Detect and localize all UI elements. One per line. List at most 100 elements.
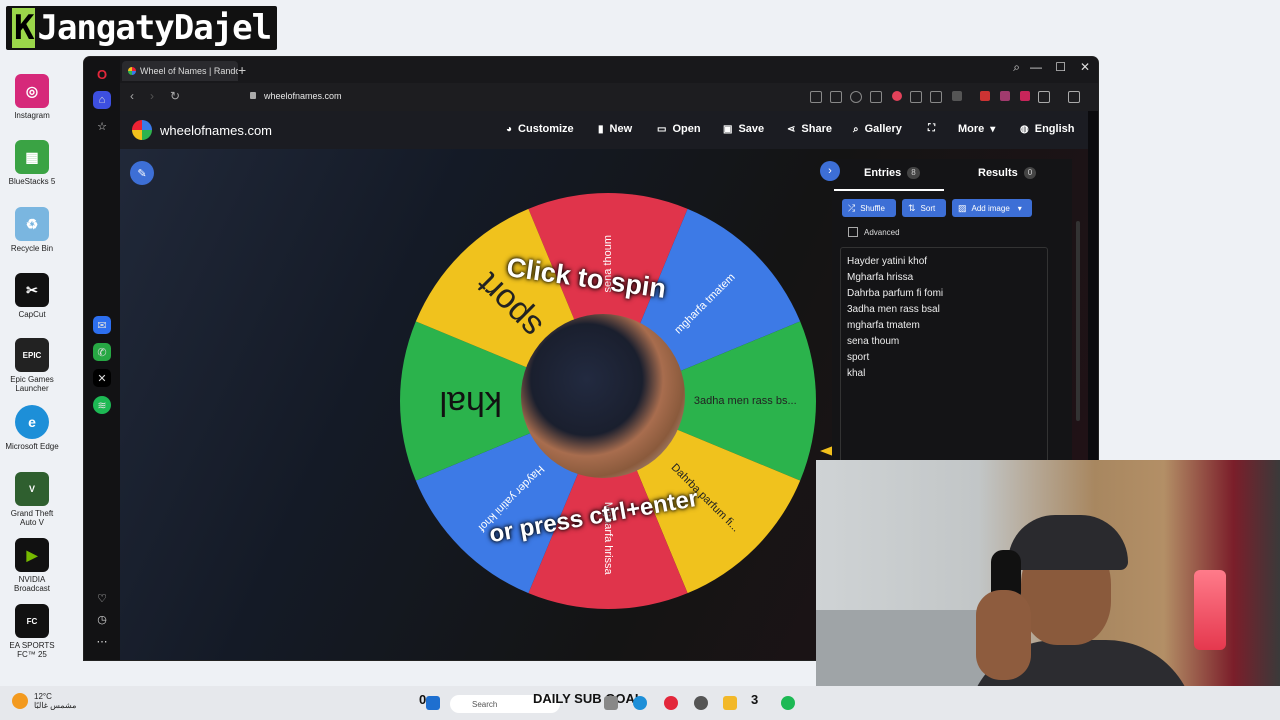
logo-letter: K [12, 8, 36, 48]
menu-more[interactable]: More ▾ [958, 123, 1001, 135]
messenger-icon[interactable]: ✉ [93, 316, 111, 334]
maximize-icon[interactable]: ☐ [1055, 60, 1066, 74]
edge-taskbar-icon[interactable] [633, 696, 647, 710]
windows-start-icon[interactable] [426, 696, 440, 710]
opera-logo-icon[interactable]: O [93, 65, 111, 83]
file-explorer-icon[interactable] [723, 696, 737, 710]
wheel[interactable]: sena thoum mgharfa tmatem 3adha men rass b… [398, 191, 818, 611]
spotify-icon[interactable]: ≋ [93, 396, 111, 414]
extension-icon[interactable] [1000, 91, 1010, 101]
scrollbar[interactable] [1076, 221, 1080, 421]
site-brand[interactable]: wheelofnames.com [132, 120, 272, 140]
nvidia-icon: ▶ [15, 538, 49, 572]
checkbox-icon [848, 227, 858, 237]
channel-logo-overlay: K JangatyDajel [6, 6, 278, 50]
fullscreen-icon: ⛶ [928, 123, 935, 134]
extensions-puzzle-icon[interactable] [1038, 91, 1050, 103]
shuffle-icon: ⤮ [848, 202, 856, 213]
desktop-icon-edge[interactable]: e Microsoft Edge [2, 405, 62, 451]
desktop-icon-label: CapCut [18, 310, 46, 319]
tab-results[interactable]: Results 0 [978, 167, 1037, 179]
menu-save[interactable]: ▣ Save [723, 123, 764, 135]
wheel-segment-label: khal [440, 384, 502, 422]
menu-share[interactable]: ⋖ Share [787, 123, 832, 135]
star-icon[interactable]: ☆ [93, 117, 111, 135]
desktop-icon-label: Grand Theft Auto V [10, 509, 54, 527]
more-icon[interactable]: ⋯ [93, 632, 111, 650]
extension-icon[interactable] [980, 91, 990, 101]
desktop-icon-instagram[interactable]: ◎ Instagram [2, 74, 62, 120]
home-icon[interactable]: ⌂ [93, 91, 111, 109]
sort-button[interactable]: ⇅ Sort [902, 199, 946, 217]
desktop: K JangatyDajel ◎ Instagram ▦ BlueStacks 5 ♻… [0, 0, 1280, 720]
desktop-icon-epic-games[interactable]: EPIC Epic Games Launcher [2, 338, 62, 393]
obs-taskbar-icon[interactable] [694, 696, 708, 710]
tab-wheel-of-names[interactable]: Wheel of Names | Random [122, 61, 238, 81]
extension-icon[interactable] [1020, 91, 1030, 101]
menu-language[interactable]: ◍ English [1020, 123, 1074, 135]
add-image-button[interactable]: ▨ Add image ▾ [952, 199, 1032, 217]
address-bar: ‹ › ↻ wheelofnames.com [120, 83, 1098, 111]
download-icon[interactable] [910, 91, 922, 103]
capcut-icon: ✂ [15, 273, 49, 307]
entries-count-badge: 8 [907, 167, 920, 179]
sub-counter-right: 3 [751, 692, 759, 707]
weather-widget[interactable]: 12°C مشمس غالبًا [12, 692, 76, 710]
spotify-taskbar-icon[interactable] [781, 696, 795, 710]
close-icon[interactable]: ✕ [1080, 60, 1090, 74]
desktop-icon-ea-fc[interactable]: FC EA SPORTS FC™ 25 [2, 604, 62, 659]
menu-new[interactable]: ▮ New [598, 123, 632, 135]
tab-title: Wheel of Names | Random [140, 66, 238, 76]
minimize-icon[interactable]: — [1030, 60, 1042, 74]
back-icon[interactable]: ‹ [130, 89, 134, 103]
x-icon[interactable]: ✕ [93, 369, 111, 387]
search-icon: ⌕ [853, 123, 859, 135]
gta-icon: V [15, 472, 49, 506]
vpn-icon[interactable] [850, 91, 862, 103]
heart-fill-icon[interactable] [892, 91, 902, 101]
desktop-icon-label: BlueStacks 5 [8, 177, 56, 186]
active-tab-indicator [834, 189, 944, 191]
menu-customize[interactable]: ◕ Customize [506, 123, 574, 135]
desktop-icon-bluestacks[interactable]: ▦ BlueStacks 5 [2, 140, 62, 186]
desktop-icon-recycle-bin[interactable]: ♻ Recycle Bin [2, 207, 62, 253]
reload-icon[interactable]: ↻ [170, 89, 180, 103]
url-field[interactable]: wheelofnames.com [250, 91, 342, 101]
edit-pencil-button[interactable]: ✎ [130, 161, 154, 185]
daily-sub-goal-text: DAILY SUB GOAL [533, 691, 643, 706]
collapse-panel-button[interactable]: › [820, 161, 840, 181]
recycle-bin-icon: ♻ [15, 207, 49, 241]
profile-icon[interactable] [952, 91, 962, 101]
play-icon[interactable] [870, 91, 882, 103]
desktop-icon-capcut[interactable]: ✂ CapCut [2, 273, 62, 319]
fullscreen-button[interactable]: ⛶ [928, 123, 941, 134]
opera-taskbar-icon[interactable] [664, 696, 678, 710]
shuffle-button[interactable]: ⤮ Shuffle [842, 199, 896, 217]
search-tabs-icon[interactable]: ⌕ [1013, 60, 1020, 75]
menu-open[interactable]: ▭ Open [657, 123, 701, 135]
camera-icon[interactable] [830, 91, 842, 103]
webcam-lamp [1194, 570, 1226, 650]
screenshot-icon[interactable] [810, 91, 822, 103]
desktop-icon-nvidia[interactable]: ▶ NVIDIA Broadcast [2, 538, 62, 593]
whatsapp-icon[interactable]: ✆ [93, 343, 111, 361]
heart-icon[interactable]: ♡ [93, 589, 111, 607]
brand-text: wheelofnames.com [160, 122, 272, 138]
new-tab-plus-icon[interactable]: + [238, 62, 246, 78]
advanced-checkbox[interactable]: Advanced [848, 227, 900, 237]
history-icon[interactable]: ◷ [93, 610, 111, 628]
menu-icon[interactable] [930, 91, 942, 103]
tab-entries[interactable]: Entries 8 [864, 167, 920, 179]
desktop-icon-gta[interactable]: V Grand Theft Auto V [2, 472, 62, 527]
webcam-cap [1008, 515, 1128, 570]
weather-sun-icon [12, 693, 28, 709]
ai-icon[interactable] [1068, 91, 1080, 103]
lock-icon [250, 92, 256, 99]
entries-textarea[interactable]: Hayder yatini khof Mgharfa hrissa Dahrba… [840, 247, 1048, 477]
taskbar: 12°C مشمس غالبًا 0 Search DAILY SUB GOAL… [0, 686, 1280, 720]
wheel-segment-label: 3adha men rass bs... [694, 395, 797, 407]
forward-icon[interactable]: › [150, 89, 154, 103]
image-icon: ▨ [958, 202, 967, 213]
menu-gallery[interactable]: ⌕ Gallery [853, 123, 902, 135]
task-view-icon[interactable] [604, 696, 618, 710]
